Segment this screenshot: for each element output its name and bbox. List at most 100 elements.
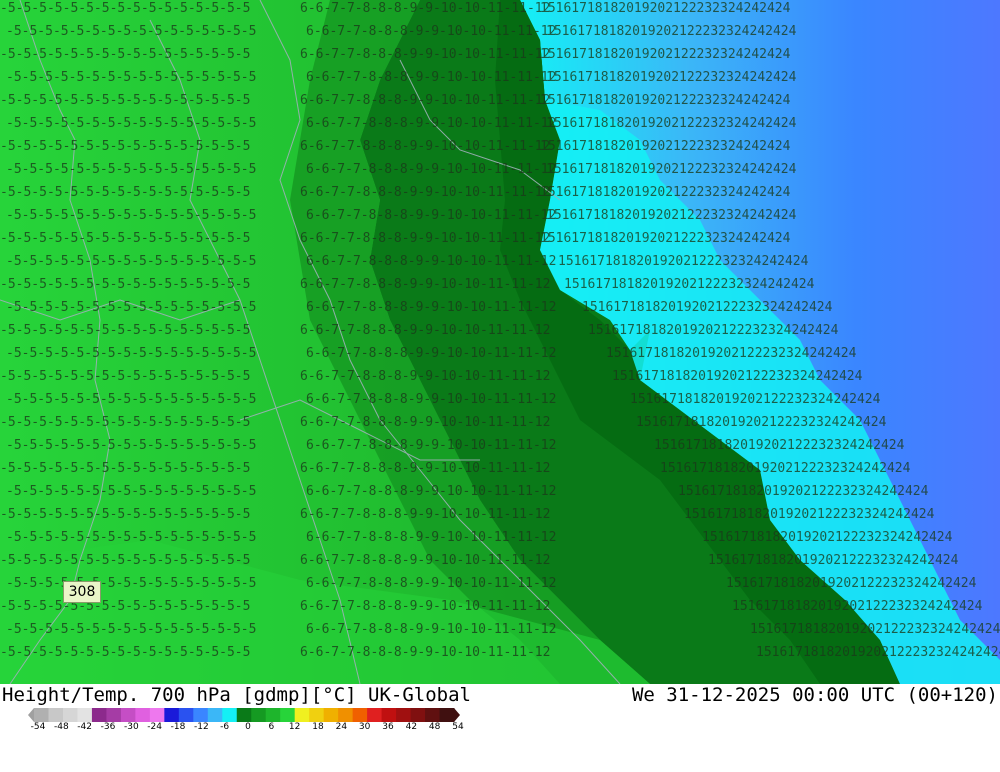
scale-swatch (352, 708, 368, 722)
contour-label-row: 6-6-7-7-8-8-8-9-9-10-10-11-11-12 (300, 231, 550, 246)
scale-tick-label: 0 (245, 722, 251, 732)
contour-label-row: -5-5-5-5-5-5-5-5-5-5-5-5-5-5-5-5 (6, 438, 256, 453)
scale-swatch (207, 708, 223, 722)
scale-tick-label: 42 (405, 722, 418, 732)
contour-label-row: 15161718182019202122232324242424 (732, 599, 983, 614)
contour-label-row: 6-6-7-7-8-8-8-9-9-10-10-11-11-12 (300, 47, 550, 62)
scale-swatch (323, 708, 339, 722)
contour-label-row: 6-6-7-7-8-8-8-9-9-10-10-11-11-12 (300, 553, 550, 568)
contour-label-row: 15161718182019202122232324242424 (702, 530, 953, 545)
scale-tick-label: 54 (452, 722, 464, 732)
scale-tick-label: -48 (53, 722, 69, 732)
contour-label-row: 6-6-7-7-8-8-8-9-9-10-10-11-11-12 (300, 507, 550, 522)
title-row: Height/Temp. 700 hPa [gdmp][°C] UK-Globa… (2, 684, 998, 708)
contour-label-row: 15161718182019202122232324242424 (588, 323, 839, 338)
scale-tick-label: -42 (77, 722, 93, 732)
contour-label-row: 6-6-7-7-8-8-8-9-9-10-10-11-11-12 (306, 24, 556, 39)
scale-swatch (193, 708, 209, 722)
contour-label-row: 15161718182019202122232324242424 (546, 116, 797, 131)
contour-label-row: 15161718182019202122232324242424 (546, 208, 797, 223)
contour-label-row: 15161718182019202122232324242424 (540, 1, 791, 16)
scale-swatch (425, 708, 441, 722)
scale-swatch (309, 708, 325, 722)
contour-label-row: 15161718182019202122232324242424 (540, 185, 791, 200)
scale-tick-label: 30 (358, 722, 371, 732)
contour-label-row: -5-5-5-5-5-5-5-5-5-5-5-5-5-5-5-5 (0, 461, 250, 476)
contour-label-row: -5-5-5-5-5-5-5-5-5-5-5-5-5-5-5-5 (0, 231, 250, 246)
contour-label-row: -5-5-5-5-5-5-5-5-5-5-5-5-5-5-5-5 (0, 553, 250, 568)
contour-label-row: -5-5-5-5-5-5-5-5-5-5-5-5-5-5-5-5 (6, 162, 256, 177)
footer: Height/Temp. 700 hPa [gdmp][°C] UK-Globa… (0, 684, 1000, 733)
contour-label-row: -5-5-5-5-5-5-5-5-5-5-5-5-5-5-5-5 (6, 530, 256, 545)
scale-swatch (222, 708, 238, 722)
contour-label-row: -5-5-5-5-5-5-5-5-5-5-5-5-5-5-5-5 (6, 346, 256, 361)
scale-swatch (338, 708, 354, 722)
contour-label-row: -5-5-5-5-5-5-5-5-5-5-5-5-5-5-5-5 (0, 139, 250, 154)
contour-label-row: 15161718182019202122232324242424 (540, 139, 791, 154)
contour-label-row: -5-5-5-5-5-5-5-5-5-5-5-5-5-5-5-5 (0, 415, 250, 430)
scale-swatch (178, 708, 194, 722)
contour-label-row: 15161718182019202122232324242424 (540, 93, 791, 108)
contour-label-row: 6-6-7-7-8-8-8-9-9-10-10-11-11-12 (300, 93, 550, 108)
contour-label-row: -5-5-5-5-5-5-5-5-5-5-5-5-5-5-5-5 (6, 208, 256, 223)
contour-label-row: 15161718182019202122232324242424 (546, 70, 797, 85)
contour-label-row: 15161718182019202122232324242424 (540, 231, 791, 246)
height-marker-label: 308 (63, 581, 101, 603)
contour-label-row: 15161718182019202122232324242424 (684, 507, 935, 522)
contour-label-row: -5-5-5-5-5-5-5-5-5-5-5-5-5-5-5-5 (6, 300, 256, 315)
contour-label-row: 6-6-7-7-8-8-8-9-9-10-10-11-11-12 (300, 139, 550, 154)
contour-label-row: 6-6-7-7-8-8-8-9-9-10-10-11-11-12 (306, 300, 556, 315)
contour-label-row: 6-6-7-7-8-8-8-9-9-10-10-11-11-12 (300, 1, 550, 16)
scale-arrow-left (28, 708, 34, 722)
scale-swatch (34, 708, 49, 722)
scale-tick-label: 24 (335, 722, 348, 732)
contour-label-row: 15161718182019202122232324242424 (564, 277, 815, 292)
contour-label-row: -5-5-5-5-5-5-5-5-5-5-5-5-5-5-5-5 (0, 369, 250, 384)
scale-swatch (120, 708, 136, 722)
scale-swatch (48, 708, 64, 722)
scale-tick-label: -6 (220, 722, 230, 732)
scale-swatch (265, 708, 281, 722)
contour-label-row: 6-6-7-7-8-8-8-9-9-10-10-11-11-12 (306, 576, 556, 591)
contour-label-row: 15161718182019202122232324242424 (546, 162, 797, 177)
map-canvas: -5-5-5-5-5-5-5-5-5-5-5-5-5-5-5-5 6-6-7-7-… (0, 0, 1000, 684)
scale-swatch (410, 708, 426, 722)
scale-swatch (77, 708, 93, 722)
contour-label-row: 6-6-7-7-8-8-8-9-9-10-10-11-11-12 (300, 323, 550, 338)
contour-label-row: -5-5-5-5-5-5-5-5-5-5-5-5-5-5-5-5 (6, 622, 256, 637)
scale-tick-label: 6 (268, 722, 275, 732)
contour-label-row: 15161718182019202122232324242424 (582, 300, 833, 315)
contour-label-row: 6-6-7-7-8-8-8-9-9-10-10-11-11-12 (306, 438, 556, 453)
scale-tick-label: 12 (288, 722, 301, 732)
scale-swatch (367, 708, 383, 722)
contour-label-row: 6-6-7-7-8-8-8-9-9-10-10-11-11-12 (306, 622, 556, 637)
contour-label-row: 6-6-7-7-8-8-8-9-9-10-10-11-11-12 (306, 484, 556, 499)
contour-label-row: -5-5-5-5-5-5-5-5-5-5-5-5-5-5-5-5 (6, 116, 256, 131)
scale-swatch (439, 708, 455, 722)
contour-label-row: 15161718182019202122232324242424 (546, 24, 797, 39)
scale-swatch (164, 708, 180, 722)
contour-label-row: 15161718182019202122232324242424 (612, 369, 863, 384)
contour-label-row: -5-5-5-5-5-5-5-5-5-5-5-5-5-5-5-5 (0, 645, 250, 660)
contour-label-row: 15161718182019202122232324242424 (630, 392, 881, 407)
scale-arrow-right (454, 708, 460, 722)
contour-label-row: 6-6-7-7-8-8-8-9-9-10-10-11-11-12 (300, 185, 550, 200)
contour-label-row: 15161718182019202122232324242424 (654, 438, 905, 453)
contour-label-row: 6-6-7-7-8-8-8-9-9-10-10-11-11-12 (306, 208, 556, 223)
contour-label-row: 6-6-7-7-8-8-8-9-9-10-10-11-11-12 (306, 70, 556, 85)
contour-label-row: 6-6-7-7-8-8-8-9-9-10-10-11-11-12 (300, 599, 550, 614)
contour-label-row: 15161718182019202122232324242424 (660, 461, 911, 476)
scale-swatch (294, 708, 310, 722)
contour-label-row: 15161718182019202122232324242424 (708, 553, 959, 568)
contour-label-row: -5-5-5-5-5-5-5-5-5-5-5-5-5-5-5-5 (0, 323, 250, 338)
map-title: Height/Temp. 700 hPa [gdmp][°C] UK-Globa… (2, 684, 471, 706)
color-scale-bar (28, 708, 460, 722)
contour-label-row: -5-5-5-5-5-5-5-5-5-5-5-5-5-5-5-5 (0, 507, 250, 522)
contour-label-row: -5-5-5-5-5-5-5-5-5-5-5-5-5-5-5-5 (0, 47, 250, 62)
scale-tick-label: -30 (123, 722, 139, 732)
scale-tick-label: -24 (147, 722, 163, 732)
contour-label-row: 6-6-7-7-8-8-8-9-9-10-10-11-11-12 (300, 277, 550, 292)
contour-label-row: 15161718182019202122232324242424 (606, 346, 857, 361)
contour-label-row: 6-6-7-7-8-8-8-9-9-10-10-11-11-12 (306, 254, 556, 269)
contour-label-row: 15161718182019202122232324242424 (540, 47, 791, 62)
